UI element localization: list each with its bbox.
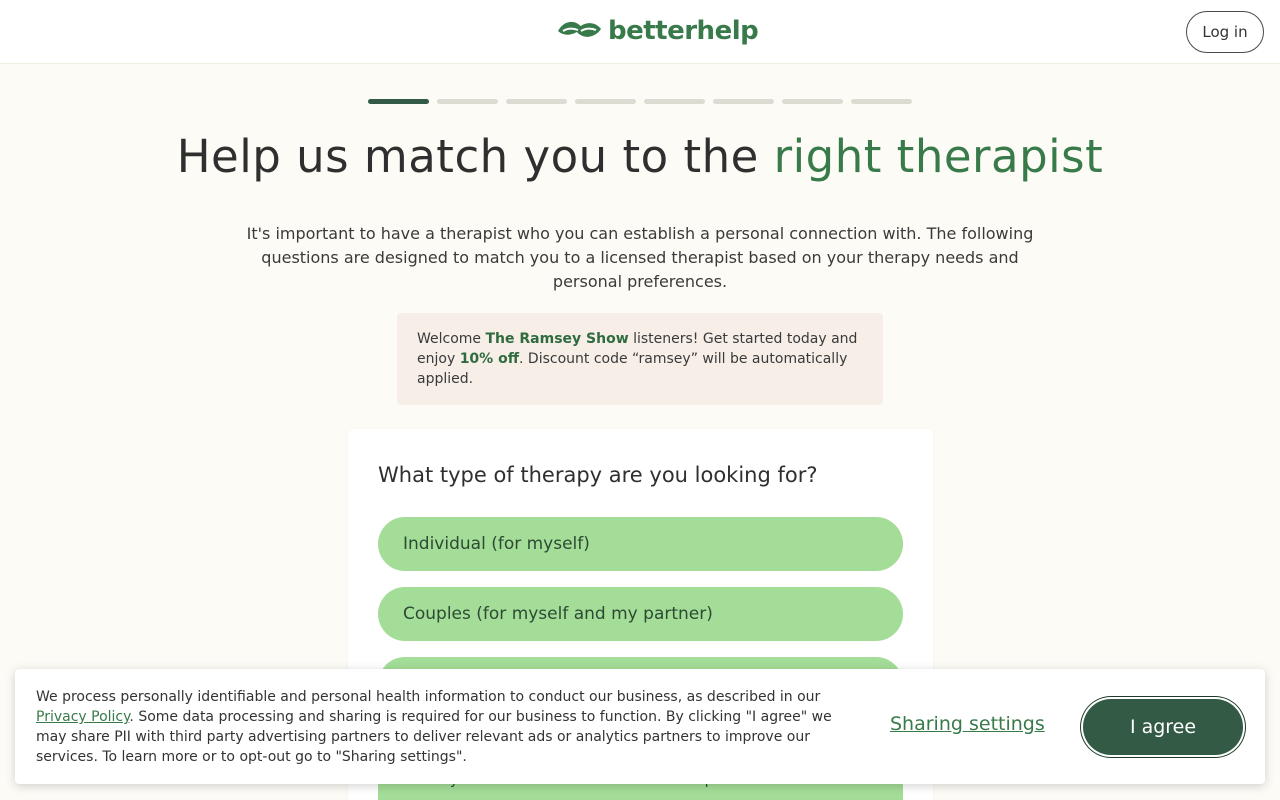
progress-step-2 bbox=[437, 99, 498, 104]
cookie-text-1: We process personally identifiable and p… bbox=[36, 689, 821, 705]
page-subtitle: It's important to have a therapist who y… bbox=[246, 224, 1034, 291]
progress-step-8 bbox=[851, 99, 912, 104]
option-couples[interactable]: Couples (for myself and my partner) bbox=[378, 587, 903, 641]
option-individual[interactable]: Individual (for myself) bbox=[378, 517, 903, 571]
promo-discount: 10% off bbox=[459, 351, 520, 367]
login-button[interactable]: Log in bbox=[1186, 11, 1264, 53]
progress-step-3 bbox=[506, 99, 567, 104]
progress-step-7 bbox=[782, 99, 843, 104]
sharing-settings-link[interactable]: Sharing settings bbox=[890, 713, 1045, 735]
progress-step-1 bbox=[368, 99, 429, 104]
progress-step-4 bbox=[575, 99, 636, 104]
title-main: Help us match you to the bbox=[176, 130, 774, 183]
agree-button[interactable]: I agree bbox=[1083, 699, 1243, 755]
page-title: Help us match you to the right therapist bbox=[0, 130, 1280, 183]
site-header: betterhelp Log in bbox=[0, 0, 1280, 64]
cookie-consent-banner: We process personally identifiable and p… bbox=[15, 669, 1265, 784]
betterhelp-logo[interactable]: betterhelp bbox=[554, 14, 759, 48]
promo-banner: Welcome The Ramsey Show listeners! Get s… bbox=[397, 313, 883, 405]
cookie-text: We process personally identifiable and p… bbox=[36, 687, 851, 767]
promo-text-1: Welcome bbox=[417, 331, 486, 347]
progress-bar bbox=[368, 99, 912, 104]
promo-show-name: The Ramsey Show bbox=[485, 331, 629, 347]
progress-step-5 bbox=[644, 99, 705, 104]
cookie-text-2: . Some data processing and sharing is re… bbox=[36, 709, 832, 765]
leaf-logo-icon bbox=[558, 21, 601, 37]
question-text: What type of therapy are you looking for… bbox=[378, 463, 818, 487]
progress-step-6 bbox=[713, 99, 774, 104]
title-accent: right therapist bbox=[773, 130, 1104, 183]
privacy-policy-link[interactable]: Privacy Policy bbox=[36, 709, 129, 725]
logo-text: betterhelp bbox=[608, 16, 759, 46]
